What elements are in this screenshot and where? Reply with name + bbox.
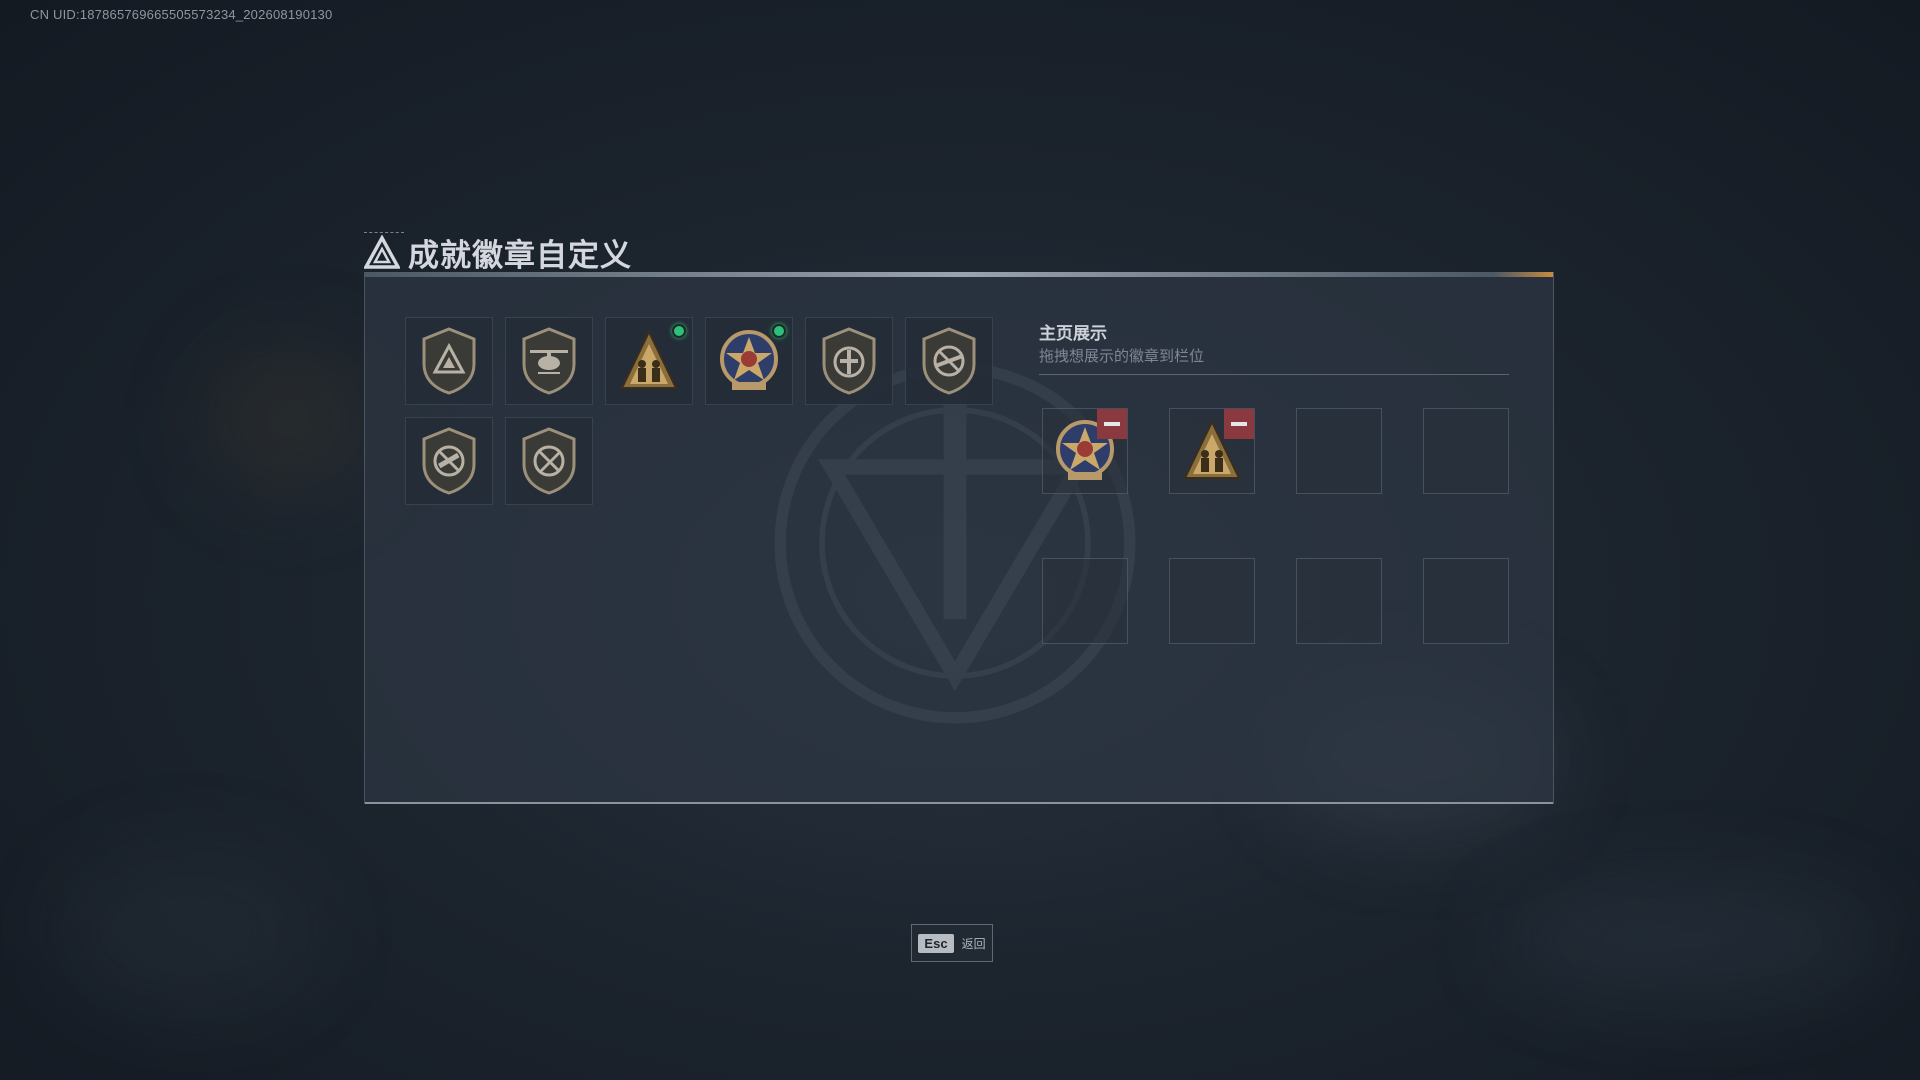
- panel-top-bar: [365, 272, 1553, 277]
- page-title: 成就徽章自定义: [408, 238, 632, 273]
- badge-slot-1[interactable]: [405, 317, 493, 405]
- badge-slot-7[interactable]: [405, 417, 493, 505]
- showcase-slot-2[interactable]: [1169, 408, 1255, 494]
- star-medal-badge-icon: [720, 330, 778, 390]
- triangle-logo-icon: [364, 234, 400, 269]
- minus-icon: [1104, 422, 1120, 426]
- showcase-slot-5[interactable]: [1042, 558, 1128, 644]
- badge-slot-6[interactable]: [905, 317, 993, 405]
- helicopter-shield-badge-icon: [522, 327, 576, 395]
- new-indicator-dot: [672, 324, 686, 338]
- new-indicator-dot: [772, 324, 786, 338]
- showcase-slot-7[interactable]: [1296, 558, 1382, 644]
- showcase-divider: [1039, 374, 1509, 375]
- badge-panel: 主页展示 拖拽想展示的徽章到栏位: [364, 272, 1554, 804]
- no-gun-shield-badge-icon: [422, 427, 476, 495]
- showcase-slot-4[interactable]: [1423, 408, 1509, 494]
- showcase-title: 主页展示: [1039, 324, 1107, 343]
- no-rifle-shield-badge-icon: [922, 327, 976, 395]
- showcase-slot-6[interactable]: [1169, 558, 1255, 644]
- showcase-subtitle: 拖拽想展示的徽章到栏位: [1039, 348, 1205, 365]
- esc-key-hint: Esc: [918, 933, 954, 953]
- back-label: 返回: [961, 936, 986, 951]
- badge-slot-5[interactable]: [805, 317, 893, 405]
- remove-badge-button[interactable]: [1224, 409, 1254, 439]
- soldiers-triangle-badge-icon: [620, 329, 678, 389]
- badge-slot-3[interactable]: [605, 317, 693, 405]
- knight-shield-badge-icon: [822, 327, 876, 395]
- minus-icon: [1231, 422, 1247, 426]
- window-header: 成就徽章自定义: [364, 230, 632, 275]
- badge-slot-4[interactable]: [705, 317, 793, 405]
- remove-badge-button[interactable]: [1097, 409, 1127, 439]
- badge-slot-2[interactable]: [505, 317, 593, 405]
- triangle-shield-badge-icon: [422, 327, 476, 395]
- panel-bottom-line: [365, 802, 1553, 804]
- uid-label: CN UID:1878657696655055732​34_2026081901…: [30, 7, 333, 22]
- badge-slot-8[interactable]: [505, 417, 593, 505]
- showcase-slot-8[interactable]: [1423, 558, 1509, 644]
- back-button[interactable]: Esc 返回: [911, 924, 993, 962]
- no-knife-shield-badge-icon: [522, 427, 576, 495]
- showcase-slot-3[interactable]: [1296, 408, 1382, 494]
- showcase-slot-1[interactable]: [1042, 408, 1128, 494]
